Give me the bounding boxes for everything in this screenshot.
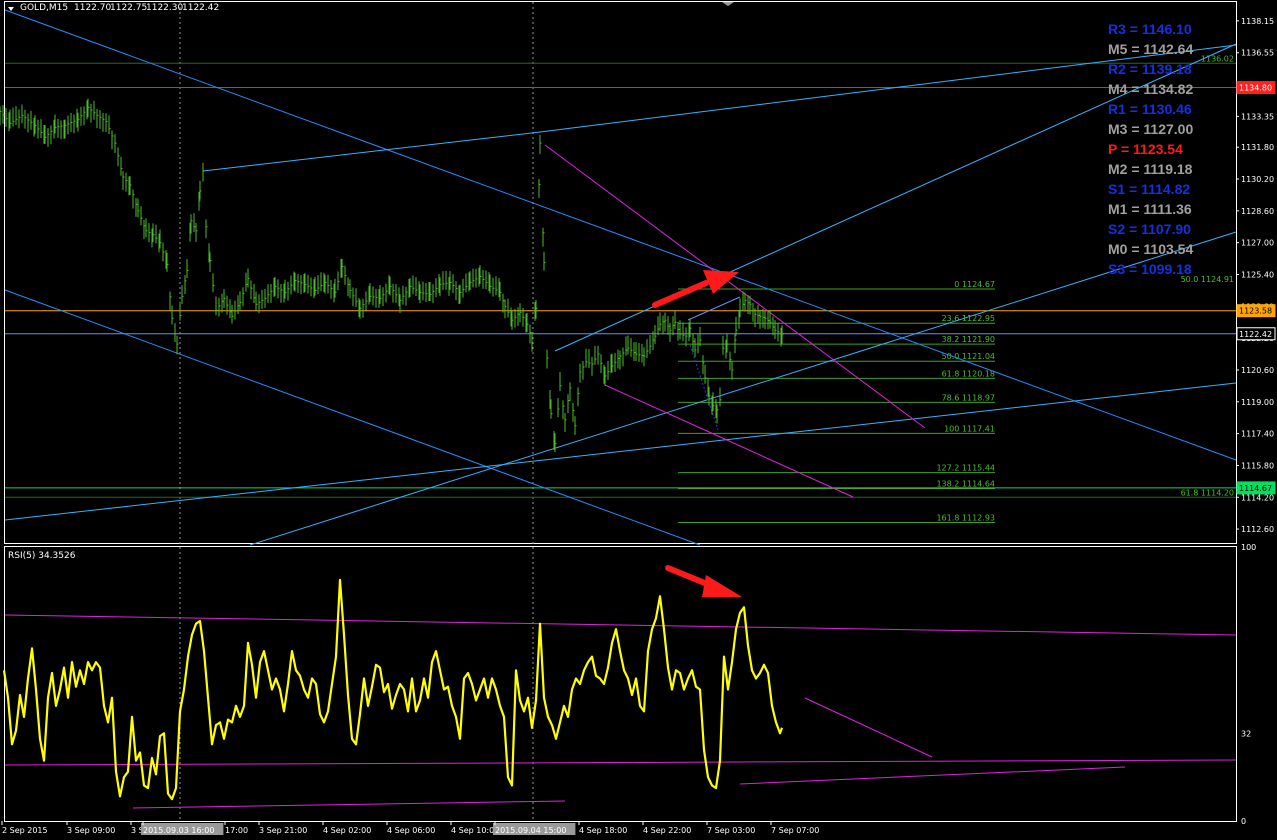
fib-label: 100 1117.41 — [944, 424, 995, 433]
price-tick-label: 1120.60 — [1241, 366, 1274, 375]
price-tick-label: 1112.60 — [1241, 525, 1274, 534]
rsi-title: RSI(5) 34.3526 — [8, 551, 76, 561]
price-tag-label: 1114.67 — [1239, 484, 1272, 493]
pivot-label: M4 = 1134.82 — [1108, 81, 1193, 97]
time-tick-label: 7 Sep 07:00 — [771, 826, 819, 835]
price-tick-label: 1128.60 — [1241, 207, 1274, 216]
price-tick-label: 1114.20 — [1241, 493, 1274, 502]
pivot-label: M3 = 1127.00 — [1108, 121, 1193, 137]
pivot-label: R1 = 1130.46 — [1108, 101, 1192, 117]
symbol-title: GOLD,M15 — [20, 3, 68, 13]
price-tick-label: 1117.40 — [1241, 430, 1274, 439]
price-tick-label: 1133.35 — [1241, 112, 1274, 121]
price-tick-label: 1127.00 — [1241, 239, 1274, 248]
time-tick-label: 2015.09.04 15:00 — [495, 826, 566, 835]
ohlc-low: 1122.30 — [146, 3, 183, 13]
pivot-label: R3 = 1146.10 — [1108, 21, 1192, 37]
pivot-label: S3 = 1099.18 — [1108, 261, 1192, 277]
price-tag-label: 1123.58 — [1239, 307, 1272, 316]
time-tick-label: 2015.09.03 16:00 — [143, 826, 214, 835]
pivot-label: M1 = 1111.36 — [1108, 201, 1192, 217]
time-tick-label: 4 Sep 10:00 — [451, 826, 499, 835]
fib-label: 78.6 1118.97 — [942, 393, 995, 402]
ohlc-open: 1122.70 — [74, 3, 111, 13]
price-tick-label: 1115.80 — [1241, 461, 1274, 470]
trading-chart: GOLD,M15 1122.70 1122.75 1122.30 1122.42… — [0, 0, 1277, 840]
time-tick-label: 7 Sep 03:00 — [707, 826, 755, 835]
price-tick-label: 1138.15 — [1241, 17, 1274, 26]
fib-label: 161.8 1112.93 — [936, 514, 995, 523]
fib-extra-label: 61.8 1114.20 — [1181, 488, 1234, 497]
rsi-tick-label: 100 — [1241, 543, 1256, 552]
price-tick-label: 1119.00 — [1241, 398, 1274, 407]
ohlc-close: 1122.42 — [182, 3, 219, 13]
ohlc-high: 1122.75 — [110, 3, 147, 13]
price-tick-label: 1130.20 — [1241, 175, 1274, 184]
fib-label: 138.2 1114.64 — [936, 480, 995, 489]
fib-label: 38.2 1121.90 — [942, 335, 995, 344]
pivot-label: P = 1123.54 — [1108, 141, 1183, 157]
pivot-label: M0 = 1103.54 — [1108, 241, 1193, 257]
time-tick-label: 3 Sep 21:00 — [259, 826, 307, 835]
fib-label: 50.0 1121.04 — [942, 352, 995, 361]
rsi-tick-label: 32 — [1241, 729, 1251, 738]
time-tick-label: 2 Sep 2015 — [2, 826, 48, 835]
price-tag-label: 1122.42 — [1239, 330, 1272, 339]
price-tick-label: 1136.55 — [1241, 49, 1274, 58]
time-tick-label: 3 Sep 09:00 — [67, 826, 115, 835]
fib-label: 127.2 1115.44 — [936, 464, 995, 473]
chart-background — [0, 0, 1277, 840]
price-tick-label: 1131.80 — [1241, 143, 1274, 152]
pivot-label: S1 = 1114.82 — [1108, 181, 1190, 197]
fib-label: 23.6 1122.95 — [942, 314, 995, 323]
fib-extra-label: 1136.02 — [1201, 54, 1234, 63]
time-tick-label: 4 Sep 06:00 — [387, 826, 435, 835]
time-tick-label: 4 Sep 22:00 — [643, 826, 691, 835]
pivot-label: M5 = 1142.64 — [1108, 41, 1193, 57]
time-tick-label: 4 Sep 02:00 — [323, 826, 371, 835]
fib-label: 61.8 1120.18 — [942, 369, 995, 378]
time-tick-label: 4 Sep 18:00 — [579, 826, 627, 835]
price-tick-label: 1125.40 — [1241, 270, 1274, 279]
rsi-tick-label: 0 — [1241, 817, 1246, 826]
pivot-label: R2 = 1139.18 — [1108, 61, 1192, 77]
time-tick-label: 17:00 — [225, 826, 248, 835]
pivot-label: M2 = 1119.18 — [1108, 161, 1193, 177]
fib-label: 0 1124.67 — [954, 280, 995, 289]
pivot-label: S2 = 1107.90 — [1108, 221, 1191, 237]
price-tag-label: 1134.80 — [1239, 84, 1272, 93]
